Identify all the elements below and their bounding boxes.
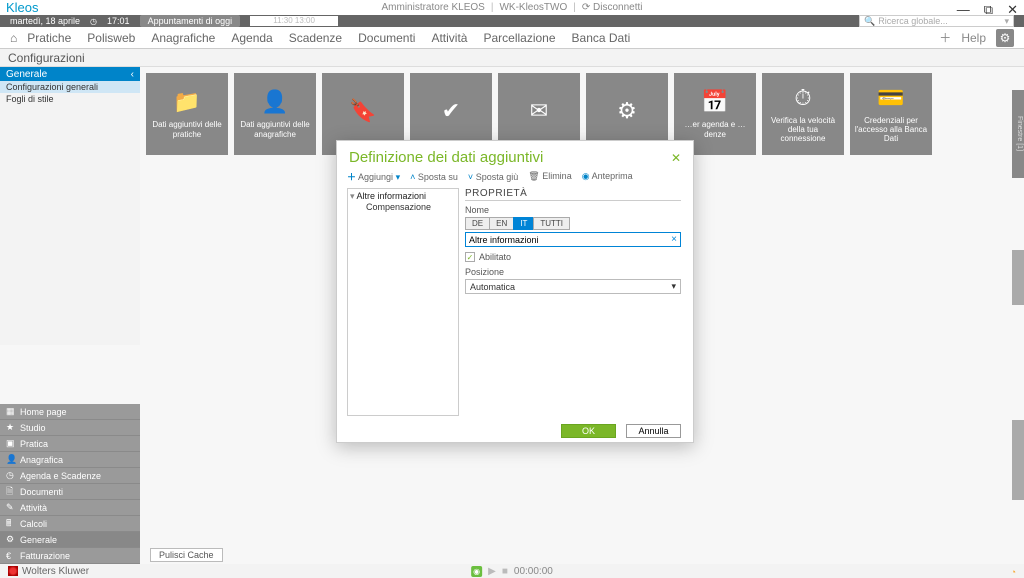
timer: 00:00:00 [514,566,553,577]
help-link[interactable]: Help [961,31,986,45]
lang-tabs[interactable]: DE EN IT TUTTI [465,217,681,230]
sidebar-item-config-generali[interactable]: Configurazioni generali [0,81,140,93]
home-icon[interactable]: ⌂ [10,31,17,45]
name-label: Nome [465,205,681,215]
tile-label: Credenziali per l'accesso alla Banca Dat… [854,116,928,144]
tile-icon: ✉ [530,98,548,123]
dialog-dati-aggiuntivi: Definizione dei dati aggiuntivi ✕ ＋ Aggi… [336,140,694,443]
tile-icon: ⏱ [794,85,811,110]
lang-en[interactable]: EN [489,217,514,230]
play-icon[interactable]: ▶ [488,566,496,577]
nav-calcoli[interactable]: 🖩Calcoli [0,516,140,532]
menu-anagrafiche[interactable]: Anagrafiche [151,31,215,45]
datebar: martedì, 18 aprile ◷ 17:01 Appuntamenti … [0,15,1024,27]
tile-icon: 👤 [261,89,288,114]
timeslot: 11:30 13:00 [250,16,338,26]
app-name: Kleos [6,0,39,15]
nav-agenda[interactable]: ◷Agenda e Scadenze [0,468,140,484]
stop-icon[interactable]: ■ [502,566,508,577]
close-icon[interactable]: ✕ [1007,2,1018,18]
nav-fatturazione[interactable]: €Fatturazione [0,548,140,564]
nav-generale[interactable]: ⚙Generale [0,532,140,548]
tile-8[interactable]: 💳 Credenziali per l'accesso alla Banca Da… [850,73,932,155]
enabled-checkbox[interactable]: ✓Abilitato [465,252,681,262]
progress-icon: ◔ [1011,567,1016,577]
chevron-left-icon: ‹ [131,69,134,80]
minimize-icon[interactable]: — [957,2,970,18]
tile-7[interactable]: ⏱ Verifica la velocità della tua connessi… [762,73,844,155]
tile-1[interactable]: 👤 Dati aggiuntivi delle anagrafiche [234,73,316,155]
add-button[interactable]: ＋ Aggiungi ▾ [347,170,400,183]
ok-button[interactable]: OK [561,424,616,438]
lang-de[interactable]: DE [465,217,490,230]
tile-icon: 💳 [877,85,904,110]
chevron-down-icon: ▾ [671,281,676,292]
nav-studio[interactable]: ★Studio [0,420,140,436]
menu-polisweb[interactable]: Polisweb [87,31,135,45]
lang-it[interactable]: IT [513,217,534,230]
lang-tutti[interactable]: TUTTI [533,217,570,230]
clear-cache-button[interactable]: Pulisci Cache [150,548,223,562]
menu-bancadati[interactable]: Banca Dati [572,31,631,45]
menu-parcellazione[interactable]: Parcellazione [483,31,555,45]
prop-title: PROPRIETÀ [465,188,681,201]
move-up-button[interactable]: ˄ Sposta su [410,172,458,182]
title-center: Amministratore KLEOS|WK-KleosTWO|⟳ Disco… [381,2,642,13]
tile-label: Verifica la velocità della tua connessio… [766,116,840,144]
generale-header[interactable]: Generale ‹ [0,67,140,81]
tile-icon: 📁 [173,89,200,114]
nav-anagrafica[interactable]: 👤Anagrafica [0,452,140,468]
menu-scadenze[interactable]: Scadenze [289,31,342,45]
main-menu: ⌂ Pratiche Polisweb Anagrafiche Agenda S… [0,27,1024,49]
tile-icon: ⚙ [617,98,637,123]
sidebar-item-fogli[interactable]: Fogli di stile [0,93,140,105]
tile-icon: 🔖 [349,98,376,123]
nav-home[interactable]: ▦Home page [0,404,140,420]
tile-icon: ✔ [442,98,460,123]
cancel-button[interactable]: Annulla [626,424,681,438]
footer-brand: Wolters Kluwer [8,566,89,577]
dialog-close-icon[interactable]: ✕ [671,151,681,165]
name-input[interactable] [469,235,671,245]
tile-label: Dati aggiuntivi delle anagrafiche [238,120,312,138]
clear-icon[interactable]: × [671,234,677,245]
preview-button[interactable]: ◉ Anteprima [582,171,633,182]
add-icon[interactable]: ＋ [939,29,951,46]
record-icon[interactable]: ◉ [471,566,482,577]
gear-icon[interactable]: ⚙ [996,29,1014,47]
appointments-button[interactable]: Appuntamenti di oggi [140,15,241,27]
tile-0[interactable]: 📁 Dati aggiuntivi delle pratiche [146,73,228,155]
menu-pratiche[interactable]: Pratiche [27,31,71,45]
date-label: martedì, 18 aprile [10,16,80,26]
nav-attivita[interactable]: ✎Attività [0,500,140,516]
pos-select[interactable]: Automatica▾ [465,279,681,294]
maximize-icon[interactable]: ⧉ [984,2,993,18]
name-field[interactable]: × [465,232,681,247]
nav-documenti[interactable]: 🗎Documenti [0,484,140,500]
dialog-tree[interactable]: ▾Altre informazioni Compensazione [347,188,459,416]
delete-button[interactable]: 🗑 Elimina [528,171,571,182]
dialog-title: Definizione dei dati aggiuntivi [349,149,543,166]
sidetab-finestre[interactable]: Finestre [1] [1012,90,1024,178]
pos-label: Posizione [465,267,681,277]
sidetab-2[interactable] [1012,250,1024,305]
menu-attivita[interactable]: Attività [431,31,467,45]
tile-icon: 📅 [701,89,728,114]
section-title: Configurazioni [0,49,1024,67]
sidetab-3[interactable] [1012,420,1024,500]
menu-agenda[interactable]: Agenda [231,31,272,45]
menu-documenti[interactable]: Documenti [358,31,415,45]
tile-label: Dati aggiuntivi delle pratiche [150,120,224,138]
clock-icon: ◷ [90,17,97,26]
brand-icon [8,566,18,576]
tile-label: …er agenda e …denze [678,120,752,138]
move-down-button[interactable]: ˅ Sposta giù [468,172,518,182]
search-icon: 🔍 [864,16,875,27]
time-label: 17:01 [107,16,130,26]
nav-pratica[interactable]: ▣Pratica [0,436,140,452]
